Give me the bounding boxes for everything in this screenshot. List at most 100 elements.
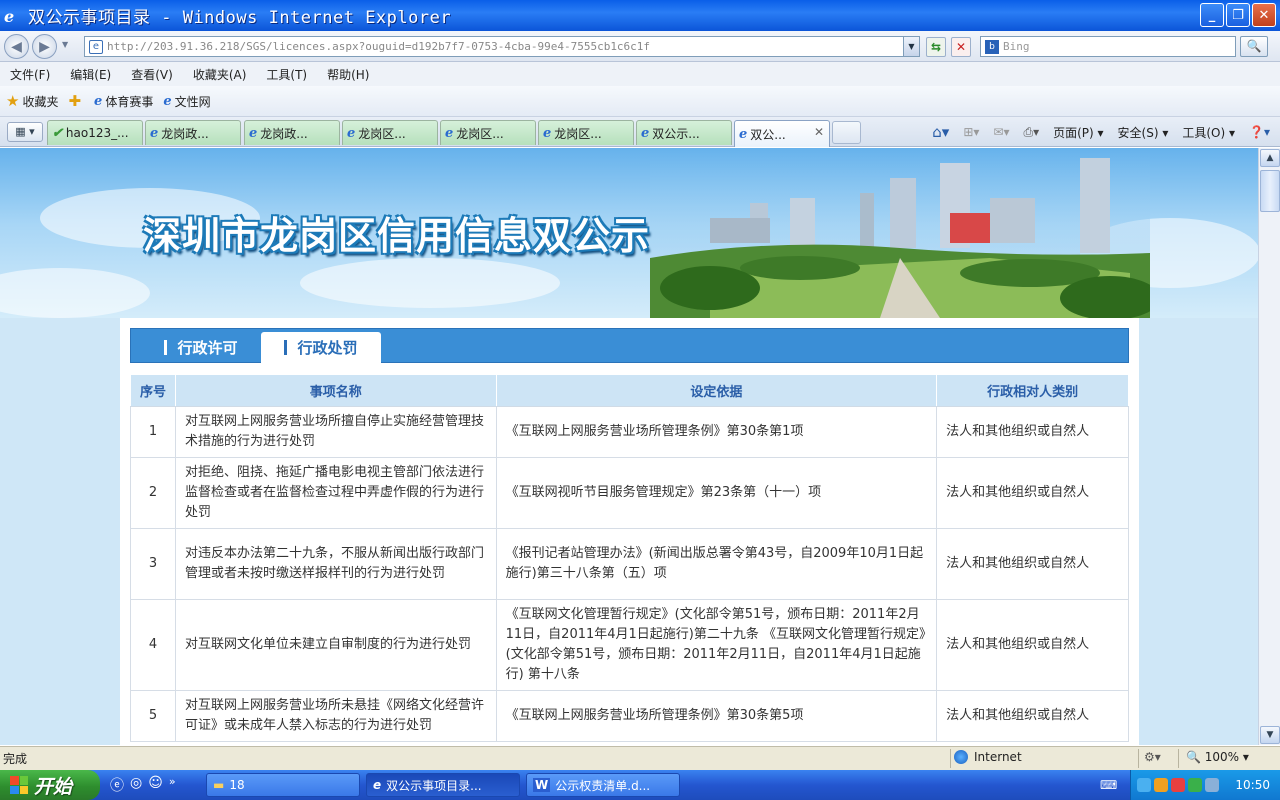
page-content: 深圳市龙岗区信用信息双公示 行政许可 行政处罚 序号 事项名称 设定依据 行政相… bbox=[0, 148, 1258, 745]
fav-link-wenxing[interactable]: e 文性网 bbox=[163, 93, 210, 110]
tab-longgang-gov-2[interactable]: e 龙岗政... bbox=[244, 120, 340, 145]
bing-icon: b bbox=[985, 39, 999, 54]
word-icon: W bbox=[533, 778, 551, 792]
row-number: 3 bbox=[130, 528, 176, 600]
item-name: 对违反本办法第二十九条，不服从新闻出版行政部门管理或者未按时缴送样报样刊的行为进… bbox=[174, 528, 497, 600]
protected-mode-icon[interactable]: ⚙▾ bbox=[1144, 750, 1161, 764]
volume-icon[interactable] bbox=[1205, 778, 1219, 792]
new-tab-button[interactable] bbox=[832, 121, 861, 144]
ie-page-icon: e bbox=[739, 126, 748, 142]
tab-shuanggongshi-1[interactable]: e 双公示... bbox=[636, 120, 732, 145]
search-button[interactable]: 🔍 bbox=[1240, 36, 1268, 57]
menu-view[interactable]: 查看(V) bbox=[131, 66, 173, 83]
more-quicklaunch-icon[interactable]: » bbox=[169, 775, 176, 795]
page-icon: e bbox=[89, 39, 103, 54]
menu-edit[interactable]: 编辑(E) bbox=[70, 66, 111, 83]
page-menu[interactable]: 页面(P) ▾ bbox=[1053, 124, 1103, 141]
menu-favorites[interactable]: 收藏夹(A) bbox=[193, 66, 247, 83]
ie-page-icon: e bbox=[641, 125, 650, 141]
menu-tools[interactable]: 工具(T) bbox=[266, 66, 307, 83]
table-row: 4 对互联网文化单位未建立自审制度的行为进行处罚 《互联网文化管理暂行规定》(文… bbox=[130, 599, 1129, 691]
row-number: 5 bbox=[130, 690, 176, 742]
ie-page-icon: e bbox=[94, 93, 103, 109]
restore-button[interactable]: ❐ bbox=[1226, 3, 1250, 27]
item-name: 对互联网上网服务营业场所擅自停止实施经营管理技术措施的行为进行处罚 bbox=[174, 406, 497, 458]
network-icon[interactable] bbox=[1137, 778, 1151, 792]
history-dropdown-icon[interactable]: ▼ bbox=[62, 40, 68, 49]
ie-page-icon: e bbox=[150, 125, 159, 141]
quick-launch: ⓔ ◎ ☺ » bbox=[110, 775, 176, 795]
taskbar-ie-window[interactable]: e 双公示事项目录... bbox=[366, 773, 520, 797]
tab-longgang-district-3[interactable]: e 龙岗区... bbox=[538, 120, 634, 145]
minimize-button[interactable]: _ bbox=[1200, 3, 1224, 27]
tab-longgang-district-1[interactable]: e 龙岗区... bbox=[342, 120, 438, 145]
ie-page-icon: e bbox=[543, 125, 552, 141]
mail-icon[interactable]: ✉▾ bbox=[993, 125, 1009, 139]
search-input[interactable]: b Bing bbox=[980, 36, 1236, 57]
address-input[interactable]: e http://203.91.36.218/SGS/licences.aspx… bbox=[84, 36, 920, 57]
table-row: 2 对拒绝、阻挠、拖延广播电影电视主管部门依法进行监督检查或者在监督检查过程中弄… bbox=[130, 457, 1129, 529]
security-zone[interactable]: Internet bbox=[954, 750, 1022, 764]
back-button[interactable]: ◀ bbox=[4, 34, 29, 59]
folder-icon: ▬ bbox=[213, 778, 225, 792]
start-button[interactable]: 开始 bbox=[0, 770, 100, 800]
refresh-button[interactable]: ⇆ bbox=[926, 37, 946, 57]
tab-administrative-penalty[interactable]: 行政处罚 bbox=[261, 332, 381, 363]
tab-shuanggongshi-active[interactable]: e 双公... ✕ bbox=[734, 120, 830, 147]
col-number-header: 序号 bbox=[130, 374, 176, 407]
ie-taskbar-icon: e bbox=[373, 778, 382, 792]
forward-button[interactable]: ▶ bbox=[32, 34, 57, 59]
row-number: 4 bbox=[130, 599, 176, 691]
antivirus-icon[interactable] bbox=[1171, 778, 1185, 792]
taskbar-word-doc[interactable]: W 公示权责清单.d... bbox=[526, 773, 680, 797]
close-button[interactable]: ✕ bbox=[1252, 3, 1276, 27]
row-number: 1 bbox=[130, 406, 176, 458]
scroll-thumb[interactable] bbox=[1260, 170, 1280, 212]
add-favorite-icon: ✚ bbox=[68, 92, 82, 110]
table-row: 5 对互联网上网服务营业场所未悬挂《网络文化经营许可证》或未成年人禁入标志的行为… bbox=[130, 690, 1129, 742]
zoom-level[interactable]: 🔍 100% ▾ bbox=[1186, 750, 1249, 764]
vertical-scrollbar[interactable]: ▲ ▼ bbox=[1258, 148, 1280, 745]
item-category: 法人和其他组织或自然人 bbox=[936, 528, 1129, 600]
add-favorite-button[interactable]: ✚ bbox=[68, 92, 84, 110]
taskbar-folder[interactable]: ▬ 18 bbox=[206, 773, 360, 797]
menu-help[interactable]: 帮助(H) bbox=[327, 66, 369, 83]
home-icon[interactable]: ⌂▾ bbox=[932, 123, 949, 141]
safety-menu[interactable]: 安全(S) ▾ bbox=[1118, 124, 1169, 141]
star-icon: ★ bbox=[6, 92, 20, 110]
tools-menu[interactable]: 工具(O) ▾ bbox=[1182, 124, 1235, 141]
status-bar: 完成 Internet ⚙▾ 🔍 100% ▾ bbox=[0, 746, 1280, 770]
print-icon[interactable]: ⎙▾ bbox=[1023, 125, 1039, 140]
table-row: 1 对互联网上网服务营业场所擅自停止实施经营管理技术措施的行为进行处罚 《互联网… bbox=[130, 406, 1129, 458]
tab-longgang-gov-1[interactable]: e 龙岗政... bbox=[145, 120, 241, 145]
fav-link-sports[interactable]: e 体育赛事 bbox=[94, 93, 153, 110]
tab-longgang-district-2[interactable]: e 龙岗区... bbox=[440, 120, 536, 145]
system-tray: 10:50 bbox=[1130, 770, 1280, 800]
keyboard-icon[interactable]: ⌨ bbox=[1100, 778, 1117, 792]
scroll-up-button[interactable]: ▲ bbox=[1260, 149, 1280, 167]
address-toolbar: ◀ ▶ ▼ e http://203.91.36.218/SGS/licence… bbox=[0, 31, 1280, 62]
tab-administrative-license[interactable]: 行政许可 bbox=[141, 332, 261, 363]
qq-quicklaunch-icon[interactable]: ☺ bbox=[148, 775, 163, 795]
close-tab-icon[interactable]: ✕ bbox=[814, 125, 824, 139]
col-name-header: 事项名称 bbox=[174, 374, 497, 407]
ie-quicklaunch-icon[interactable]: ⓔ bbox=[110, 775, 124, 795]
feeds-icon[interactable]: ⊞▾ bbox=[963, 125, 979, 139]
security-tray-icon[interactable] bbox=[1154, 778, 1168, 792]
tab-hao123[interactable]: ✔ hao123_... bbox=[47, 120, 143, 145]
favorites-button[interactable]: ★ 收藏夹 bbox=[6, 92, 58, 110]
stop-button[interactable]: ✕ bbox=[951, 37, 971, 57]
ie-page-icon: e bbox=[445, 125, 454, 141]
main-panel: 行政许可 行政处罚 序号 事项名称 设定依据 行政相对人类别 1 对互联网上网服… bbox=[120, 318, 1139, 745]
address-dropdown-icon[interactable]: ▼ bbox=[903, 37, 919, 56]
site-banner: 深圳市龙岗区信用信息双公示 bbox=[0, 148, 1258, 318]
hao123-icon: ✔ bbox=[52, 125, 63, 141]
col-basis-header: 设定依据 bbox=[495, 374, 938, 407]
menu-file[interactable]: 文件(F) bbox=[10, 66, 50, 83]
qq-tray-icon[interactable] bbox=[1188, 778, 1202, 792]
item-name: 对互联网上网服务营业场所未悬挂《网络文化经营许可证》或未成年人禁入标志的行为进行… bbox=[174, 690, 497, 742]
scroll-down-button[interactable]: ▼ bbox=[1260, 726, 1280, 744]
browser-quicklaunch-icon[interactable]: ◎ bbox=[130, 775, 142, 795]
help-icon[interactable]: ❓▾ bbox=[1249, 125, 1270, 139]
quick-tabs-button[interactable]: ▦ ▾ bbox=[7, 122, 43, 142]
